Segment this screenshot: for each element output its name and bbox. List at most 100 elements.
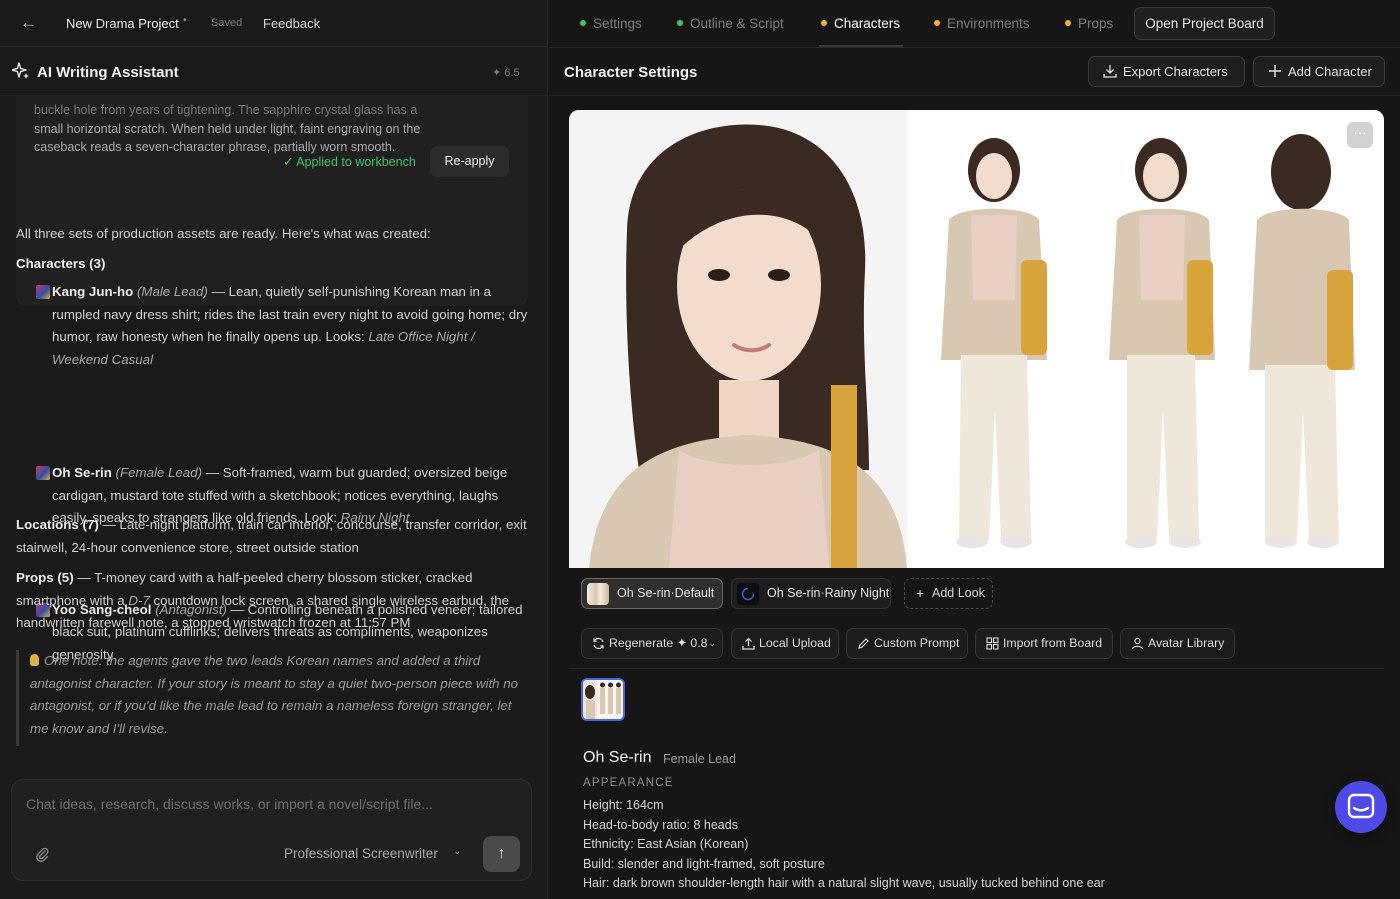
custom-prompt-label: Custom Prompt	[874, 636, 960, 650]
chat-thread[interactable]: buckle hole from years of tightening. Th…	[0, 96, 548, 776]
appearance-attribute: Head-to-body ratio: 8 heads	[583, 818, 738, 832]
asset-description-cut: buckle hole from years of tightening. Th…	[34, 103, 418, 117]
add-look-label: Add Look	[932, 586, 985, 600]
character-emoji-icon	[36, 466, 50, 480]
image-more-button[interactable]: ···	[1347, 122, 1373, 148]
props-heading: Props (5)	[16, 570, 74, 585]
props-italic: D-7	[128, 592, 150, 608]
chat-icon	[1347, 793, 1375, 819]
project-menu-dot-icon[interactable]: •	[183, 15, 187, 26]
saved-status: Saved	[211, 17, 243, 29]
add-look-button[interactable]: + Add Look	[904, 578, 993, 609]
download-icon	[1103, 65, 1117, 78]
support-chat-button[interactable]	[1335, 781, 1387, 833]
workbench-panel: Settings Outline & Script Characters Env…	[549, 0, 1400, 899]
writer-mode-select[interactable]: Professional Screenwriter	[284, 846, 438, 861]
look-default-label: Oh Se-rin·Default	[617, 586, 715, 600]
props-summary: Props (5) — T-money card with a half-pee…	[16, 567, 532, 635]
avatar-library-button[interactable]: Avatar Library	[1120, 628, 1235, 659]
active-tab-underline	[819, 45, 903, 47]
grid-icon	[986, 637, 999, 650]
character-emoji-icon	[36, 285, 50, 299]
character-sheet-illustration	[569, 110, 1384, 568]
thumbnail-art	[583, 680, 623, 719]
asset-description-body: small horizontal scratch. When held unde…	[34, 121, 421, 155]
tab-characters-label: Characters	[834, 16, 901, 31]
local-upload-label: Local Upload	[759, 636, 831, 650]
assistant-title: AI Writing Assistant	[37, 64, 179, 81]
status-dot-icon	[821, 20, 827, 26]
status-dot-icon	[677, 20, 683, 26]
tab-environments-label: Environments	[947, 16, 1030, 31]
appearance-attribute: Ethnicity: East Asian (Korean)	[583, 837, 749, 851]
open-project-board-button[interactable]: Open Project Board	[1134, 7, 1275, 40]
assistant-header: AI Writing Assistant ✦ 6.5	[0, 48, 548, 96]
look-tab-default[interactable]: Oh Se-rin·Default	[581, 578, 723, 609]
tab-props-label: Props	[1078, 16, 1114, 31]
custom-prompt-button[interactable]: Custom Prompt	[846, 628, 968, 659]
character-name: Oh Se-rin	[52, 465, 112, 480]
regenerate-button[interactable]: Regenerate ✦ 0.8 ⌄	[581, 628, 723, 659]
character-name: Oh Se-rin	[583, 749, 652, 766]
note-text: One note: the agents gave the two leads …	[30, 653, 519, 736]
character-name: Kang Jun-ho	[52, 284, 134, 299]
project-title[interactable]: New Drama Project	[66, 16, 179, 31]
characters-heading: Characters (3)	[16, 253, 532, 276]
loading-spinner-icon	[737, 583, 759, 605]
back-arrow-icon[interactable]: ←	[20, 14, 40, 34]
import-from-board-button[interactable]: Import from Board	[975, 628, 1113, 659]
sparkle-icon	[12, 62, 29, 79]
avatar-library-label: Avatar Library	[1148, 636, 1225, 650]
model-version: ✦ 6.5	[492, 67, 520, 79]
plus-icon: +	[916, 585, 925, 601]
upload-icon	[742, 637, 755, 650]
tab-outline-label: Outline & Script	[690, 16, 784, 31]
message-intro: All three sets of production assets are …	[16, 226, 431, 241]
plus-icon	[1269, 65, 1281, 77]
feedback-link[interactable]: Feedback	[263, 16, 320, 31]
tab-outline-script[interactable]: Outline & Script	[677, 16, 784, 31]
local-upload-button[interactable]: Local Upload	[731, 628, 839, 659]
image-gallery-thumbnail[interactable]	[581, 678, 625, 721]
export-characters-button[interactable]: Export Characters	[1088, 56, 1245, 87]
tab-settings-label: Settings	[593, 16, 642, 31]
status-dot-icon	[1065, 20, 1071, 26]
appearance-attribute: Hair: dark brown shoulder-length hair wi…	[583, 876, 1105, 890]
appearance-section-label: APPEARANCE	[583, 777, 674, 789]
import-from-board-label: Import from Board	[1003, 636, 1103, 650]
chat-input[interactable]: Chat ideas, research, discuss works, or …	[26, 796, 433, 812]
chat-composer[interactable]: Chat ideas, research, discuss works, or …	[11, 779, 532, 881]
tab-environments[interactable]: Environments	[934, 16, 1030, 31]
chevron-down-icon: ⌄	[708, 638, 717, 649]
look-thumbnail-icon	[587, 583, 609, 605]
chevron-down-icon[interactable]: ⌄	[453, 846, 461, 857]
refresh-icon	[593, 637, 604, 650]
project-topbar: ← New Drama Project • Saved Feedback	[0, 0, 548, 47]
page-title: Character Settings	[564, 64, 698, 81]
tab-settings[interactable]: Settings	[580, 16, 642, 31]
tab-characters[interactable]: Characters	[821, 16, 900, 31]
send-button[interactable]: ↑	[483, 836, 520, 872]
look-rainy-label: Oh Se-rin·Rainy Night	[767, 586, 890, 600]
paperclip-icon[interactable]	[34, 846, 50, 862]
asset-description: buckle hole from years of tightening. Th…	[34, 101, 454, 157]
stage-nav: Settings Outline & Script Characters Env…	[549, 0, 1400, 48]
assistant-panel: ← New Drama Project • Saved Feedback AI …	[0, 0, 548, 899]
character-role: (Female Lead)	[115, 465, 203, 480]
reapply-button[interactable]: Re-apply	[430, 146, 509, 177]
character-entry: Kang Jun-ho (Male Lead) — Lean, quietly …	[35, 281, 530, 371]
revision-note: One note: the agents gave the two leads …	[16, 650, 528, 746]
locations-summary: Locations (7) — Late-night platform, tra…	[16, 514, 532, 559]
tab-props[interactable]: Props	[1065, 16, 1113, 31]
add-character-button[interactable]: Add Character	[1253, 56, 1385, 87]
export-characters-label: Export Characters	[1123, 64, 1228, 79]
divider	[569, 668, 1384, 669]
regenerate-label: Regenerate ✦ 0.8	[609, 636, 708, 650]
status-dot-icon	[934, 20, 940, 26]
character-role: (Male Lead)	[136, 284, 208, 299]
characters-heading-text: Characters (3)	[16, 256, 106, 271]
applied-status: ✓ Applied to workbench	[283, 155, 416, 169]
appearance-attribute: Height: 164cm	[583, 798, 664, 812]
settings-header: Character Settings Export Characters Add…	[549, 48, 1400, 96]
look-tab-rainy-night[interactable]: Oh Se-rin·Rainy Night	[731, 578, 891, 609]
